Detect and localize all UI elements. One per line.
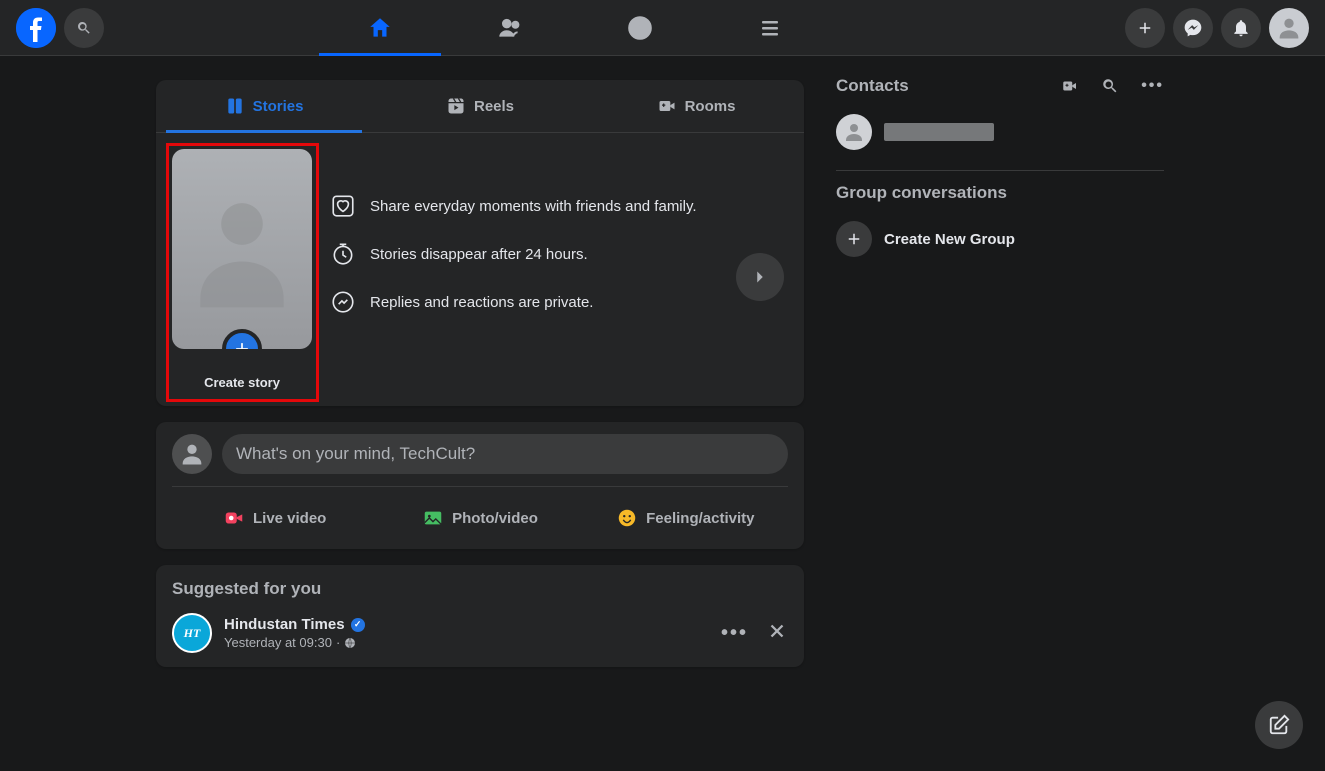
- profile-button[interactable]: [1269, 8, 1309, 48]
- story-preview: [172, 149, 312, 349]
- nav-groups[interactable]: [575, 0, 705, 56]
- video-icon: [223, 507, 245, 529]
- publisher-avatar: HT: [172, 613, 212, 653]
- story-info: Share everyday moments with friends and …: [330, 149, 788, 390]
- tab-stories-label: Stories: [253, 98, 304, 115]
- tab-rooms-label: Rooms: [685, 98, 736, 115]
- heart-card-icon: [330, 193, 356, 219]
- notifications-button[interactable]: [1221, 8, 1261, 48]
- create-button[interactable]: [1125, 8, 1165, 48]
- photo-icon: [422, 507, 444, 529]
- verified-badge-icon: ✓: [351, 618, 365, 632]
- divider: [172, 486, 788, 487]
- story-info-row: Share everyday moments with friends and …: [330, 193, 788, 219]
- tab-rooms[interactable]: Rooms: [588, 80, 804, 132]
- clock-icon: [330, 241, 356, 267]
- messenger-button[interactable]: [1173, 8, 1213, 48]
- contacts-header: Contacts •••: [828, 76, 1172, 96]
- create-story-label: Create story: [172, 375, 312, 390]
- search-contacts-icon[interactable]: [1101, 77, 1119, 95]
- tab-reels[interactable]: Reels: [372, 80, 588, 132]
- info-text: Share everyday moments with friends and …: [370, 198, 697, 215]
- smiley-icon: [616, 507, 638, 529]
- more-button[interactable]: •••: [721, 622, 748, 645]
- feeling-activity-button[interactable]: Feeling/activity: [583, 499, 788, 537]
- stories-card: Stories Reels Rooms: [156, 80, 804, 406]
- plus-icon: [222, 329, 262, 349]
- edit-fab[interactable]: [1255, 701, 1303, 749]
- publisher-name-text: Hindustan Times: [224, 616, 345, 633]
- photo-video-label: Photo/video: [452, 510, 538, 527]
- header-left: [16, 8, 104, 48]
- tab-reels-label: Reels: [474, 98, 514, 115]
- story-info-row: Replies and reactions are private.: [330, 289, 788, 315]
- suggested-card: Suggested for you HT Hindustan Times ✓ Y…: [156, 565, 804, 667]
- stories-tabs: Stories Reels Rooms: [156, 80, 804, 133]
- info-text: Replies and reactions are private.: [370, 294, 593, 311]
- suggested-title: Suggested for you: [172, 579, 788, 599]
- create-new-group[interactable]: Create New Group: [828, 213, 1172, 265]
- right-sidebar: Contacts ••• Group conversations Create …: [820, 56, 1180, 771]
- info-text: Stories disappear after 24 hours.: [370, 246, 588, 263]
- post-composer: What's on your mind, TechCult? Live vide…: [156, 422, 804, 549]
- post-time: Yesterday at 09:30: [224, 635, 332, 650]
- divider: [836, 170, 1164, 171]
- top-header: [0, 0, 1325, 56]
- photo-video-button[interactable]: Photo/video: [377, 499, 582, 537]
- header-right: [1125, 8, 1309, 48]
- close-button[interactable]: [766, 620, 788, 647]
- contacts-options-icon[interactable]: •••: [1141, 77, 1164, 95]
- live-video-button[interactable]: Live video: [172, 499, 377, 537]
- create-story-card[interactable]: Create story: [172, 149, 312, 390]
- search-button[interactable]: [64, 8, 104, 48]
- stories-body: Create story Share everyday moments with…: [156, 133, 804, 406]
- nav-home[interactable]: [315, 0, 445, 56]
- contacts-title: Contacts: [836, 76, 909, 96]
- contact-item[interactable]: [828, 106, 1172, 158]
- main-content: Stories Reels Rooms: [0, 0, 1325, 771]
- group-conversations-header: Group conversations: [828, 183, 1172, 203]
- message-icon: [330, 289, 356, 315]
- feeling-activity-label: Feeling/activity: [646, 510, 754, 527]
- new-room-icon[interactable]: [1061, 77, 1079, 95]
- publisher-meta: Yesterday at 09:30 ·: [224, 635, 365, 650]
- nav-menu[interactable]: [705, 0, 835, 56]
- contact-avatar: [836, 114, 872, 150]
- publisher-name: Hindustan Times ✓: [224, 616, 365, 633]
- group-conversations-title: Group conversations: [836, 183, 1164, 203]
- story-info-row: Stories disappear after 24 hours.: [330, 241, 788, 267]
- contact-name: [884, 123, 994, 141]
- plus-icon: [836, 221, 872, 257]
- suggested-controls: •••: [721, 620, 788, 647]
- stories-next-button[interactable]: [736, 253, 784, 301]
- nav-friends[interactable]: [445, 0, 575, 56]
- live-video-label: Live video: [253, 510, 326, 527]
- create-group-label: Create New Group: [884, 231, 1015, 248]
- tab-stories[interactable]: Stories: [156, 80, 372, 132]
- globe-icon: [344, 637, 356, 649]
- composer-actions: Live video Photo/video Feeling/activity: [172, 499, 788, 537]
- composer-input[interactable]: What's on your mind, TechCult?: [222, 434, 788, 474]
- header-nav: [224, 0, 925, 56]
- suggested-item[interactable]: HT Hindustan Times ✓ Yesterday at 09:30 …: [172, 613, 788, 653]
- facebook-logo[interactable]: [16, 8, 56, 48]
- news-feed: Stories Reels Rooms: [140, 56, 820, 771]
- composer-avatar[interactable]: [172, 434, 212, 474]
- contacts-actions: •••: [1061, 77, 1164, 95]
